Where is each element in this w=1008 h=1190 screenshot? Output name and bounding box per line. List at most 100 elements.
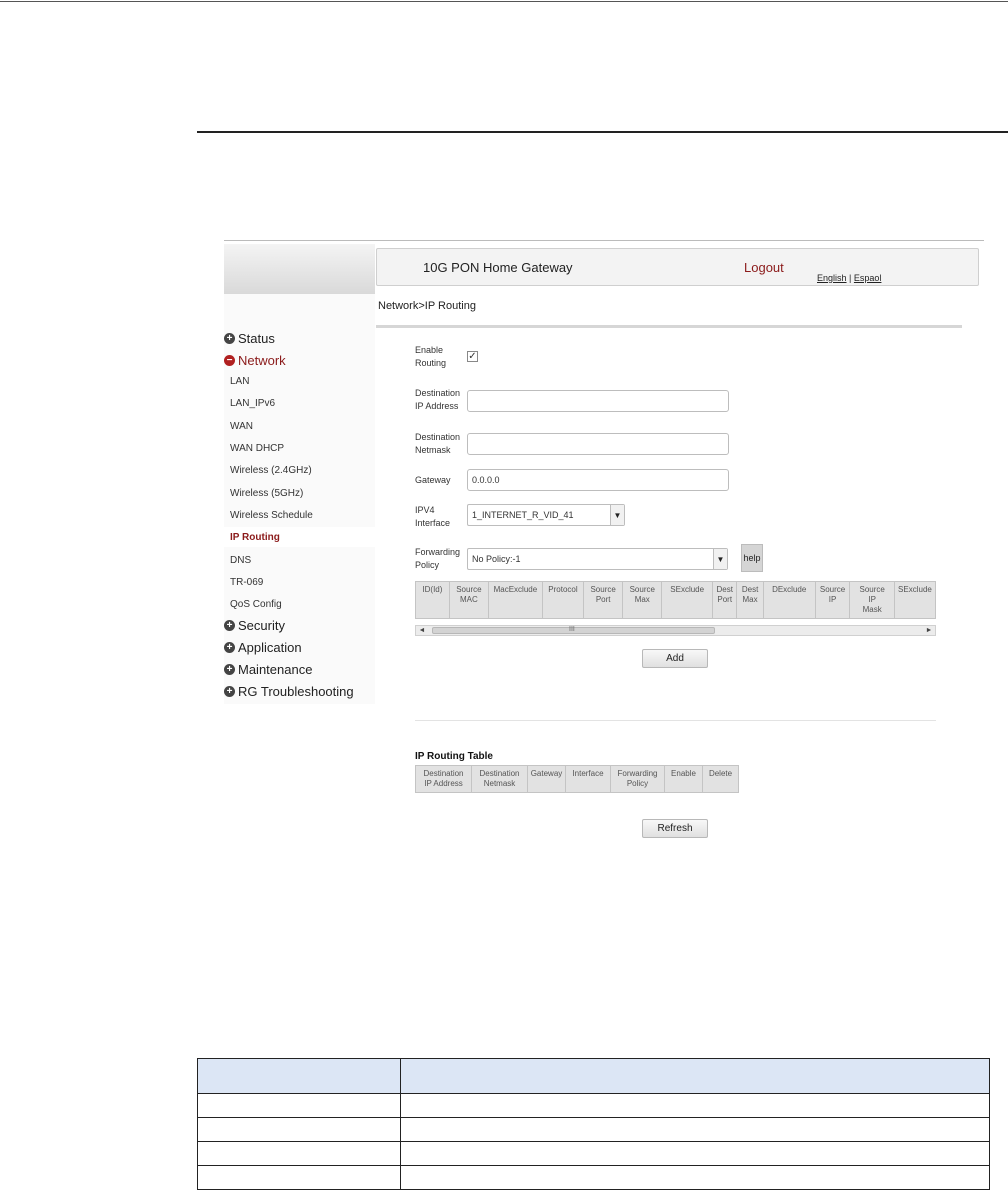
sidebar-header	[224, 244, 375, 294]
header-text: Gateway	[530, 769, 563, 778]
sidebar-group-security[interactable]: + Security	[224, 614, 285, 636]
scroll-right-icon[interactable]: ►	[924, 626, 934, 635]
header-text: Protocol	[548, 585, 578, 594]
plus-circle-icon: +	[224, 663, 235, 675]
table-header-cell: Interface	[565, 765, 611, 793]
doc-table-body	[197, 1093, 990, 1190]
sidebar-group-label: Maintenance	[238, 661, 313, 677]
header-text: IP Address	[424, 779, 463, 788]
header-text: Dest	[716, 585, 733, 594]
table-header-cell: Source Port	[583, 581, 624, 619]
header-text: Dest	[741, 585, 759, 594]
table-header-cell: Source Max	[622, 581, 663, 619]
header-text: Source	[819, 585, 846, 594]
doc-table-header	[197, 1058, 990, 1094]
sidebar-item-qos-config[interactable]: QoS Config	[230, 594, 282, 614]
sidebar-group-label: Application	[238, 639, 302, 655]
dest-ip-label: Destination IP Address	[415, 388, 461, 411]
sidebar-item-wireless-24[interactable]: Wireless (2.4GHz)	[230, 460, 312, 480]
dest-ip-input[interactable]	[467, 390, 729, 412]
forwarding-policy-value: No Policy:-1	[472, 554, 521, 564]
table-header-cell: ID(Id)	[415, 581, 450, 619]
header-text: Max	[742, 595, 758, 604]
lang-spanish-link[interactable]: Espaol	[854, 273, 882, 283]
chevron-down-icon: ▼	[713, 549, 727, 569]
scroll-grip: III	[569, 626, 575, 633]
header-text: Delete	[708, 769, 733, 778]
header-text: SExclude	[670, 585, 705, 594]
sidebar-item-tr069[interactable]: TR-069	[230, 572, 263, 592]
header-text: Source	[859, 585, 885, 594]
header-text: ID(Id)	[422, 585, 443, 594]
table-header-cell: Delete	[702, 765, 739, 793]
header-text: IP	[868, 595, 876, 604]
logout-link[interactable]: Logout	[744, 260, 784, 275]
sidebar-item-wireless-schedule[interactable]: Wireless Schedule	[230, 505, 313, 525]
add-button[interactable]: Add	[642, 649, 708, 668]
forwarding-policy-select[interactable]: No Policy:-1 ▼	[467, 548, 728, 570]
sidebar-group-network[interactable]: − Network	[224, 349, 286, 371]
forwarding-policy-label: Forwarding Policy	[415, 547, 461, 570]
header-text: Netmask	[483, 779, 516, 788]
table-header-cell: SExclude	[661, 581, 714, 619]
table-header-cell: Dest Max	[736, 581, 764, 619]
header-text: DExclude	[772, 585, 807, 594]
table-header-cell: Source IP	[814, 581, 851, 619]
header-text: Port	[717, 595, 733, 604]
table-row	[197, 1141, 990, 1166]
routing-table-header: Destination IP Address Destination Netmask G…	[415, 765, 739, 793]
sidebar-item-wan[interactable]: WAN	[230, 416, 253, 436]
header-text: IP	[828, 595, 837, 604]
plus-circle-icon: +	[224, 619, 235, 631]
header-text: Port	[595, 595, 611, 604]
lang-english-link[interactable]: English	[817, 273, 847, 283]
header-text: Source	[590, 585, 616, 594]
header-text: Destination	[479, 769, 520, 778]
header-text: Interface	[572, 769, 604, 778]
header-text: MacExclude	[493, 585, 538, 594]
section-divider	[415, 720, 936, 721]
gateway-input[interactable]	[467, 469, 729, 491]
sidebar-item-wireless-5[interactable]: Wireless (5GHz)	[230, 483, 303, 503]
lang-separator: |	[849, 273, 852, 283]
doc-table-header-cell	[197, 1058, 401, 1094]
table-header-cell: Dest Port	[712, 581, 738, 619]
sidebar-group-maintenance[interactable]: + Maintenance	[224, 658, 312, 680]
sidebar-group-status[interactable]: + Status	[224, 327, 275, 349]
plus-circle-icon: +	[224, 332, 235, 344]
help-button[interactable]: help	[741, 544, 763, 572]
table-row	[197, 1117, 990, 1142]
header-text: Forwarding	[617, 769, 658, 778]
table-header-cell: SExclude	[893, 581, 937, 619]
sidebar-item-dns[interactable]: DNS	[230, 550, 251, 570]
sidebar-item-ip-routing[interactable]: IP Routing	[224, 527, 375, 547]
enable-routing-checkbox[interactable]: ✓	[467, 351, 478, 362]
table-header-cell: Forwarding Policy	[610, 765, 665, 793]
sidebar-item-lan[interactable]: LAN	[230, 371, 249, 391]
sidebar-item-wan-dhcp[interactable]: WAN DHCP	[230, 438, 284, 458]
breadcrumb: Network>IP Routing	[378, 300, 476, 312]
refresh-button[interactable]: Refresh	[642, 819, 708, 838]
header-text: Policy	[626, 779, 649, 788]
doc-table-header-cell	[400, 1058, 990, 1094]
language-switch: English | Espaol	[817, 273, 881, 283]
section-rule	[197, 131, 1008, 133]
scroll-left-icon[interactable]: ◄	[417, 626, 427, 635]
plus-circle-icon: +	[224, 685, 235, 697]
header-text: Max	[634, 595, 650, 604]
sidebar-group-rg-troubleshooting[interactable]: + RG Troubleshooting	[224, 680, 354, 702]
scroll-thumb[interactable]: III	[432, 626, 715, 634]
sidebar-group-application[interactable]: + Application	[224, 636, 302, 658]
sidebar-item-lan-ipv6[interactable]: LAN_IPv6	[230, 393, 275, 413]
table-cell	[400, 1141, 990, 1166]
table-cell	[400, 1165, 990, 1190]
sidebar-group-label: Security	[238, 617, 285, 633]
sidebar-group-label: Network	[238, 352, 286, 368]
table-header-cell: DExclude	[762, 581, 816, 619]
table-header-cell: Enable	[664, 765, 703, 793]
horizontal-scrollbar[interactable]: ◄ III ►	[415, 625, 936, 636]
table-cell	[400, 1093, 990, 1118]
ipv4-interface-select[interactable]: 1_INTERNET_R_VID_41 ▼	[467, 504, 625, 526]
header-text: SExclude	[898, 585, 932, 594]
dest-netmask-input[interactable]	[467, 433, 729, 455]
